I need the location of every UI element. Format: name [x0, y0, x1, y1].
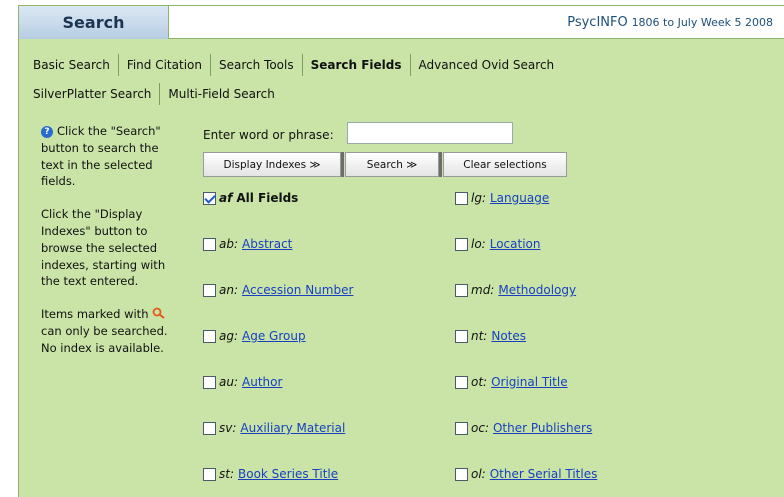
field-checkbox[interactable] — [455, 329, 468, 343]
field-option: lo: Location — [455, 236, 540, 252]
field-checkbox[interactable] — [455, 467, 468, 481]
help-paragraph-search: ? Click the "Search" button to search the… — [41, 124, 161, 189]
field-name-link: All Fields — [236, 191, 299, 205]
tab-search-tools[interactable]: Search Tools — [211, 54, 303, 76]
field-name-link[interactable]: Abstract — [242, 237, 292, 251]
field-code: ag: — [219, 329, 239, 343]
field-name-link[interactable]: Book Series Title — [238, 467, 338, 481]
help-icon: ? — [41, 126, 53, 138]
tab-advanced-ovid-search[interactable]: Advanced Ovid Search — [411, 54, 563, 76]
search-mode-tabs-row-1: Basic Search Find Citation Search Tools … — [27, 54, 562, 76]
field-code: af — [219, 191, 233, 205]
display-indexes-button[interactable]: Display Indexes ≫ — [203, 152, 341, 177]
field-option: au: Author — [203, 374, 282, 390]
field-option: an: Accession Number — [203, 282, 353, 298]
field-name-link[interactable]: Other Serial Titles — [490, 467, 598, 481]
field-name-link[interactable]: Original Title — [491, 375, 568, 389]
field-option: md: Methodology — [455, 282, 576, 298]
page-title: Search — [19, 6, 169, 39]
field-code: oc: — [471, 421, 489, 435]
field-code: lg: — [471, 191, 486, 205]
clear-selections-button[interactable]: Clear selections — [443, 152, 567, 177]
field-name-link[interactable]: Age Group — [242, 329, 306, 343]
help-paragraph-search-only: Items marked with can only be searched. … — [41, 307, 168, 355]
help-text: ? Click the "Search" button to search the… — [41, 123, 181, 373]
field-code: lo: — [471, 237, 486, 251]
field-name-link[interactable]: Notes — [491, 329, 526, 343]
field-name-link[interactable]: Accession Number — [242, 283, 353, 297]
field-option: af All Fields — [203, 190, 298, 206]
field-checkbox[interactable] — [203, 283, 216, 297]
search-button[interactable]: Search ≫ — [345, 152, 439, 177]
search-input[interactable] — [347, 122, 513, 144]
field-code: au: — [219, 375, 239, 389]
field-code: nt: — [471, 329, 488, 343]
field-option: ab: Abstract — [203, 236, 292, 252]
tab-find-citation[interactable]: Find Citation — [119, 54, 211, 76]
field-code: sv: — [219, 421, 237, 435]
field-checkbox[interactable] — [203, 329, 216, 343]
field-option: sv: Auxiliary Material — [203, 420, 345, 436]
field-checkbox[interactable] — [455, 191, 468, 205]
tab-search-fields[interactable]: Search Fields — [303, 54, 411, 76]
button-divider — [341, 152, 344, 177]
help-paragraph-indexes: Click the "Display Indexes" button to br… — [41, 207, 166, 289]
database-name: PsycINFO — [567, 15, 628, 30]
field-code: md: — [471, 283, 495, 297]
field-checkbox[interactable] — [203, 421, 216, 435]
field-checkbox[interactable] — [455, 283, 468, 297]
field-checkbox[interactable] — [203, 467, 216, 481]
field-name-link[interactable]: Auxiliary Material — [240, 421, 345, 435]
field-option: lg: Language — [455, 190, 549, 206]
field-code: ot: — [471, 375, 488, 389]
database-info: PsycINFO 1806 to July Week 5 2008 — [567, 6, 773, 39]
header-bar: Search PsycINFO 1806 to July Week 5 2008 — [19, 6, 784, 39]
field-option: oc: Other Publishers — [455, 420, 592, 436]
field-code: ol: — [471, 467, 486, 481]
button-divider — [439, 152, 442, 177]
field-checkbox[interactable] — [203, 237, 216, 251]
field-option: ot: Original Title — [455, 374, 568, 390]
field-option: ol: Other Serial Titles — [455, 466, 597, 482]
tab-basic-search[interactable]: Basic Search — [27, 54, 119, 76]
database-date-range: 1806 to July Week 5 2008 — [631, 16, 773, 29]
magnifier-icon — [152, 307, 165, 319]
field-code: st: — [219, 467, 234, 481]
field-option: st: Book Series Title — [203, 466, 338, 482]
tab-multi-field-search[interactable]: Multi-Field Search — [160, 83, 282, 105]
field-code: ab: — [219, 237, 239, 251]
search-input-label: Enter word or phrase: — [203, 128, 334, 142]
field-option: nt: Notes — [455, 328, 526, 344]
tab-silverplatter-search[interactable]: SilverPlatter Search — [27, 83, 161, 105]
search-panel: Search PsycINFO 1806 to July Week 5 2008… — [18, 5, 784, 497]
field-name-link[interactable]: Language — [490, 191, 549, 205]
search-mode-tabs-row-2: SilverPlatter Search Multi-Field Search — [27, 83, 283, 105]
field-name-link[interactable]: Other Publishers — [493, 421, 592, 435]
field-checkbox[interactable] — [455, 237, 468, 251]
field-checkbox[interactable] — [203, 191, 216, 205]
field-checkbox[interactable] — [455, 375, 468, 389]
field-name-link[interactable]: Author — [242, 375, 282, 389]
field-checkbox[interactable] — [455, 421, 468, 435]
field-name-link[interactable]: Methodology — [498, 283, 576, 297]
field-name-link[interactable]: Location — [490, 237, 541, 251]
field-option: ag: Age Group — [203, 328, 306, 344]
field-checkbox[interactable] — [203, 375, 216, 389]
field-code: an: — [219, 283, 239, 297]
